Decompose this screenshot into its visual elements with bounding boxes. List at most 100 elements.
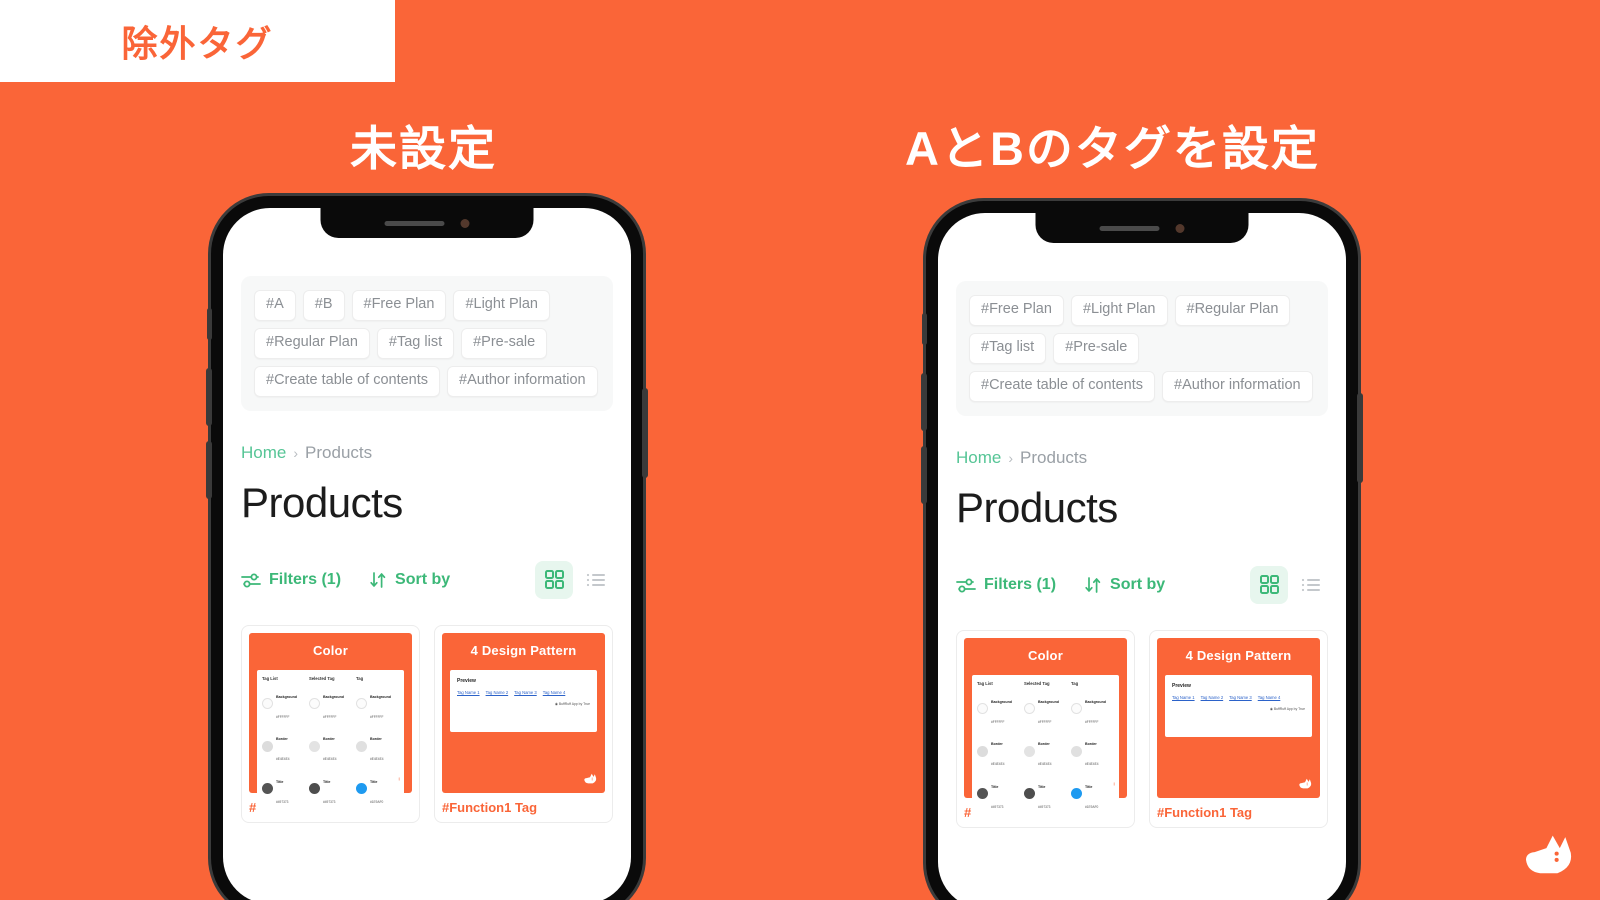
volume-up-button[interactable] xyxy=(921,373,927,431)
preview-footer: ◉ BuffRuff App by True xyxy=(554,701,590,706)
volume-down-button[interactable] xyxy=(206,441,212,499)
swatch-row: Border #E4E4E4 xyxy=(1071,731,1114,771)
preview-tag-link[interactable]: Tag Name 2 xyxy=(486,690,509,695)
list-view-button[interactable] xyxy=(579,563,613,597)
volume-down-button[interactable] xyxy=(921,446,927,504)
swatch-name: Background xyxy=(370,694,391,699)
tag-pill[interactable]: #Free Plan xyxy=(969,295,1064,326)
color-dot xyxy=(309,698,320,710)
breadcrumb-current: Products xyxy=(305,442,373,462)
color-dot xyxy=(262,740,273,752)
tag-pill[interactable]: #Author information xyxy=(1162,370,1313,402)
chevron-right-icon: › xyxy=(1008,449,1014,466)
tag-pill[interactable]: #Author information xyxy=(447,365,598,397)
preview-tag-link[interactable]: Tag Name 1 xyxy=(1172,695,1195,700)
swatch-column: Tag Background #FFFFFF Border #E4E4E4 Ti… xyxy=(1071,681,1114,828)
preview-tag-link[interactable]: Tag Name 1 xyxy=(457,690,480,695)
swatch-name: Background xyxy=(1085,699,1106,704)
breadcrumb-home-link[interactable]: Home xyxy=(241,443,286,463)
filters-button[interactable]: Filters (1) xyxy=(241,571,341,589)
preview-tag-link[interactable]: Tag Name 4 xyxy=(1258,695,1281,700)
swatch-name: Prefix xyxy=(323,822,333,823)
preview-tag-link[interactable]: Tag Name 2 xyxy=(1201,695,1224,700)
tag-pill[interactable]: #Tag list xyxy=(376,327,455,359)
color-dot xyxy=(1071,703,1082,715)
thumbnail-title: Color xyxy=(1028,647,1063,663)
filters-label: Filters (1) xyxy=(984,575,1057,593)
tag-pill[interactable]: #Pre-sale xyxy=(461,327,548,359)
swatch-row: Background #FFFFFF xyxy=(1071,689,1114,729)
tag-pill[interactable]: #Regular Plan xyxy=(254,327,370,359)
sort-by-button[interactable]: Sort by xyxy=(1084,576,1165,594)
breadcrumb-home-link[interactable]: Home xyxy=(956,448,1001,468)
tag-pill[interactable]: #A xyxy=(254,290,296,321)
phone-notch xyxy=(320,208,534,238)
tag-pill[interactable]: #Pre-sale xyxy=(1053,332,1140,364)
tag-pill[interactable]: #B xyxy=(302,290,345,321)
tag-pill[interactable]: #Regular Plan xyxy=(1174,295,1291,326)
swatch-row: Border #E4E4E4 xyxy=(977,731,1020,771)
camera-icon xyxy=(1175,223,1185,233)
preview-tag-link[interactable]: Tag Name 3 xyxy=(514,690,537,695)
list-icon xyxy=(586,573,605,586)
tag-pill[interactable]: #Light Plan xyxy=(453,290,550,321)
swatch-hex: #E4E4E4 xyxy=(276,757,290,762)
product-thumbnail: Color Tag List Background #FFFFFF Border… xyxy=(249,632,412,822)
color-dot xyxy=(1071,745,1082,757)
swatch-column-head: Tag xyxy=(356,675,364,681)
swatch-name: Prefix xyxy=(1085,827,1095,828)
color-dot xyxy=(977,703,988,715)
swatch-hex: #E4E4E4 xyxy=(370,757,384,762)
swatch-row: Prefix #497373 xyxy=(356,811,399,822)
dog-logo-watermark-icon xyxy=(1526,835,1572,874)
silent-switch[interactable] xyxy=(922,313,927,345)
swatch-row: Background #FFFFFF xyxy=(356,684,399,724)
swatch-name: Title xyxy=(991,784,999,789)
color-dot xyxy=(977,788,988,800)
preview-tag-link[interactable]: Tag Name 4 xyxy=(543,690,566,695)
product-card-caption: #Function1 Tag xyxy=(1157,804,1253,820)
phone-screen: #Free Plan #Light Plan #Regular Plan #Ta… xyxy=(938,213,1346,900)
dog-logo-icon xyxy=(391,773,404,784)
grid-view-button[interactable] xyxy=(1250,565,1288,604)
swatch-row: Prefix #497373 xyxy=(309,811,352,823)
tag-pill[interactable]: #Tag list xyxy=(969,332,1047,364)
swatch-name: Title xyxy=(276,779,284,784)
preview-footer: ◉ BuffRuff App by True xyxy=(1269,706,1305,711)
swatch-row: Background #FFFFFF xyxy=(1024,689,1067,729)
sort-by-label: Sort by xyxy=(395,570,451,588)
swatch-row: Background #FFFFFF xyxy=(309,684,352,724)
swatch-name: Border xyxy=(370,737,382,742)
swatch-row: Prefix #497373 xyxy=(1071,816,1114,828)
swatch-row: Border #E4E4E4 xyxy=(309,726,352,766)
product-card[interactable]: 4 Design Pattern Preview Tag Name 1 Tag … xyxy=(1149,629,1328,828)
product-card-caption: #Function1 Tag xyxy=(442,799,538,815)
breadcrumb: Home › Products xyxy=(956,448,1328,468)
product-card[interactable]: Color Tag List Background #FFFFFF Border… xyxy=(241,624,420,823)
swatch-column-head: Selected Tag xyxy=(309,675,335,681)
swatch-name: Background xyxy=(323,694,344,699)
tag-pill[interactable]: #Create table of contents xyxy=(969,370,1156,402)
tag-pill[interactable]: #Free Plan xyxy=(351,290,447,321)
swatch-row: Border #E4E4E4 xyxy=(356,726,399,766)
silent-switch[interactable] xyxy=(207,308,212,340)
thumbnail-title: 4 Design Pattern xyxy=(1185,647,1292,663)
filters-button[interactable]: Filters (1) xyxy=(956,576,1056,594)
thumbnail-title: 4 Design Pattern xyxy=(470,642,577,658)
sort-by-button[interactable]: Sort by xyxy=(369,571,450,589)
grid-view-button[interactable] xyxy=(535,560,573,599)
power-button[interactable] xyxy=(1357,393,1363,483)
page-title: Products xyxy=(241,478,403,526)
power-button[interactable] xyxy=(642,388,648,478)
tag-pill[interactable]: #Create table of contents xyxy=(254,365,441,397)
camera-icon xyxy=(460,218,470,228)
grid-icon xyxy=(1259,575,1279,595)
product-card[interactable]: 4 Design Pattern Preview Tag Name 1 Tag … xyxy=(434,624,613,823)
list-view-button[interactable] xyxy=(1294,568,1328,602)
tag-pill[interactable]: #Light Plan xyxy=(1070,295,1168,326)
volume-up-button[interactable] xyxy=(206,368,212,426)
swatch-name: Title xyxy=(1085,784,1093,789)
preview-tag-link[interactable]: Tag Name 3 xyxy=(1229,695,1252,700)
product-card[interactable]: Color Tag List Background #FFFFFF Border… xyxy=(956,629,1135,828)
phone-screen: #A #B #Free Plan #Light Plan #Regular Pl… xyxy=(223,208,631,900)
